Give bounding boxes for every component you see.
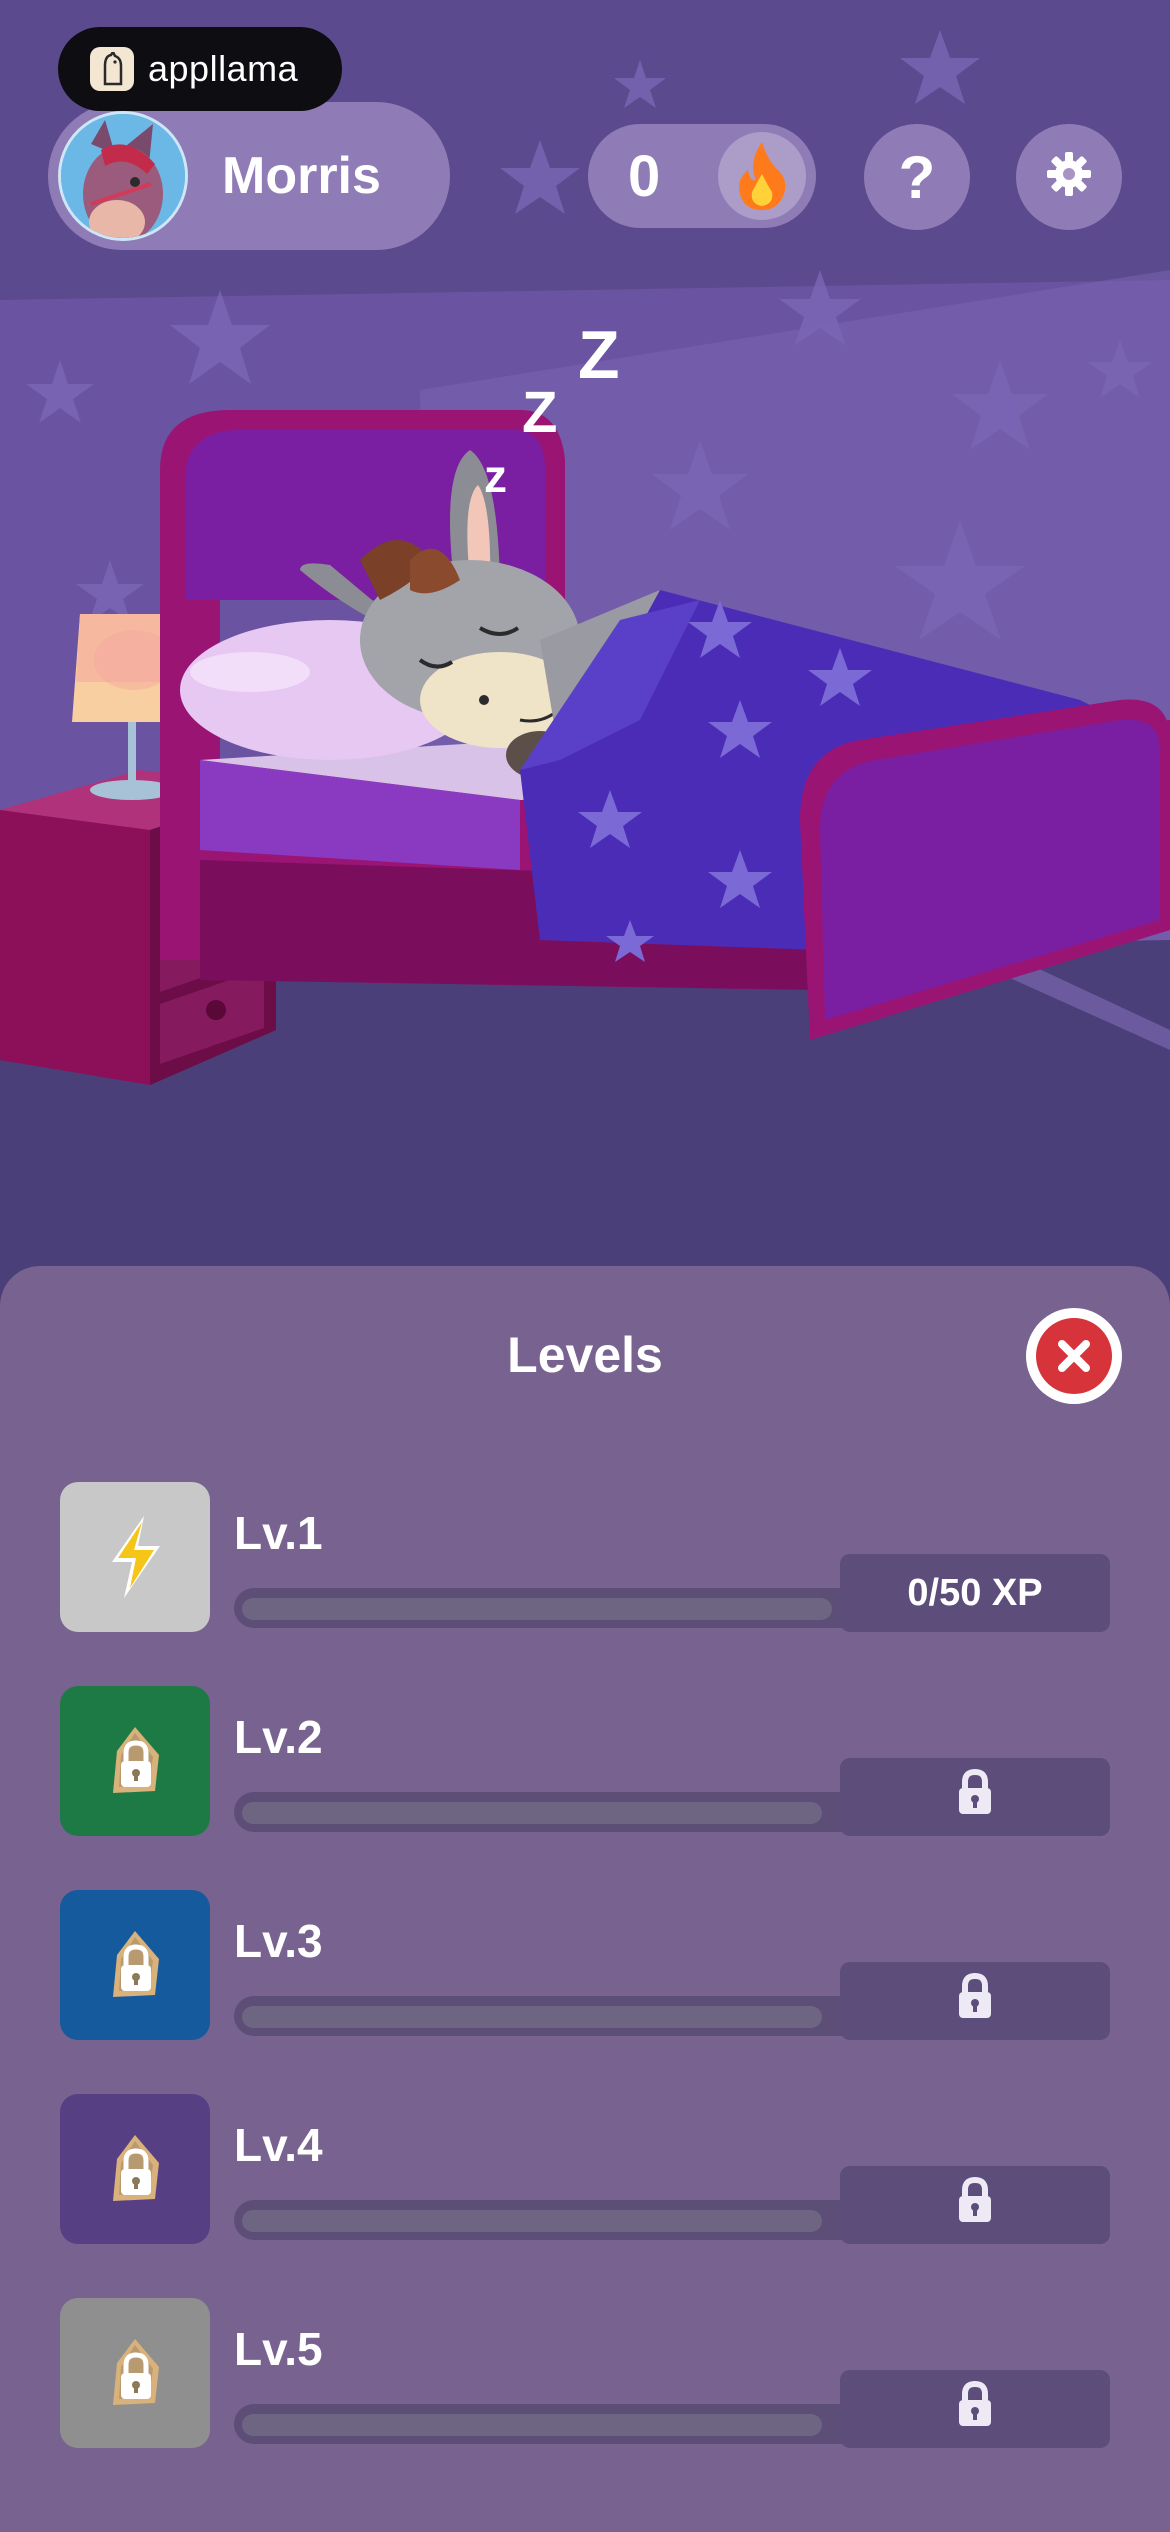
level-row[interactable]: Lv.4 — [60, 2094, 1110, 2244]
brand-name: appllama — [148, 48, 299, 89]
level-row[interactable]: Lv.3 — [60, 1890, 1110, 2040]
settings-button[interactable] — [1016, 124, 1122, 230]
lock-icon — [60, 1890, 210, 2040]
level-locked-badge — [840, 1758, 1110, 1836]
streak-counter[interactable]: 0 — [588, 124, 816, 228]
gear-icon — [1045, 143, 1093, 212]
lock-icon — [955, 1768, 995, 1826]
sleep-z-large: Z — [578, 317, 620, 393]
level-label: Lv.4 — [234, 2119, 323, 2171]
lock-icon — [60, 2298, 210, 2448]
level-progress-track — [242, 1802, 822, 1824]
donkey-avatar-icon — [58, 111, 188, 241]
level-label: Lv.3 — [234, 1915, 323, 1967]
close-icon — [1036, 1318, 1112, 1394]
sleep-z-medium: Z — [522, 380, 557, 445]
level-locked-badge — [840, 2166, 1110, 2244]
profile-name: Morris — [222, 147, 381, 205]
lock-icon — [955, 2176, 995, 2234]
levels-panel: Levels Lv.1 0/50 XP Lv.2 Lv.3 Lv.4 Lv.5 — [0, 1266, 1170, 2532]
llama-logo-icon — [90, 47, 134, 91]
streak-count: 0 — [628, 143, 661, 209]
lock-icon — [60, 1686, 210, 1836]
flame-icon — [718, 132, 806, 220]
brand-badge: appllama — [58, 27, 342, 111]
lock-icon — [60, 2094, 210, 2244]
level-locked-badge — [840, 2370, 1110, 2448]
level-xp-text: 0/50 XP — [907, 1571, 1043, 1614]
level-label: Lv.1 — [234, 1507, 323, 1559]
level-progress-track — [242, 2006, 822, 2028]
help-button[interactable]: ? — [864, 124, 970, 230]
panel-title: Levels — [507, 1327, 663, 1383]
level-progress-track — [242, 2414, 822, 2436]
lightning-icon — [60, 1482, 210, 1632]
level-label: Lv.5 — [234, 2323, 323, 2375]
lock-icon — [955, 1972, 995, 2030]
level-progress-track — [242, 1598, 832, 1620]
level-xp-badge: 0/50 XP — [840, 1554, 1110, 1632]
lock-icon — [955, 2380, 995, 2438]
level-label: Lv.2 — [234, 1711, 323, 1763]
help-label: ? — [898, 143, 936, 211]
profile-button[interactable]: Morris — [48, 102, 450, 250]
level-progress-track — [242, 2210, 822, 2232]
level-locked-badge — [840, 1962, 1110, 2040]
sleep-z-small: z — [484, 450, 507, 502]
level-row[interactable]: Lv.2 — [60, 1686, 1110, 1836]
level-row[interactable]: Lv.1 0/50 XP — [60, 1482, 1110, 1632]
level-row[interactable]: Lv.5 — [60, 2298, 1110, 2448]
close-button[interactable] — [1026, 1308, 1122, 1404]
